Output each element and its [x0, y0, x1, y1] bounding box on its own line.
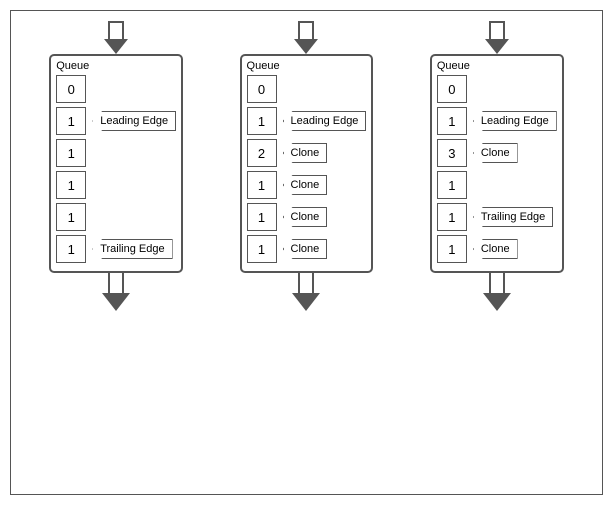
table-row: 1: [437, 171, 467, 199]
queue-cell: 1: [56, 235, 86, 263]
clone-label: Clone: [473, 239, 518, 259]
table-row: 1: [56, 203, 86, 231]
queue-cell: 1: [437, 203, 467, 231]
table-row: 3 Clone: [437, 139, 518, 167]
arrow-top: [104, 21, 128, 54]
table-row: 1 Clone: [247, 235, 328, 263]
table-row: 0: [437, 75, 467, 103]
arrow-shaft-top: [298, 21, 314, 39]
arrow-shaft-bottom: [489, 273, 505, 293]
table-row: 2 Clone: [247, 139, 328, 167]
arrow-head-top: [294, 39, 318, 54]
table-row: 0: [56, 75, 86, 103]
clone-label: Clone: [283, 175, 328, 195]
arrow-head-top: [104, 39, 128, 54]
queue-box: Queue 0 1 Leading Edge 2 Clone 1 Clone 1 Clone 1 Cl…: [240, 54, 374, 273]
clone-label: Clone: [283, 207, 328, 227]
queue-label: Queue: [56, 60, 89, 72]
queue-cell: 1: [437, 107, 467, 135]
clone-label: Clone: [473, 143, 518, 163]
arrow-bottom: [102, 273, 130, 311]
table-row: 1 Leading Edge: [247, 107, 367, 135]
queue-cell: 1: [56, 107, 86, 135]
leading-edge-label: Leading Edge: [473, 111, 557, 131]
table-row: 1 Clone: [247, 203, 328, 231]
queue-cell: 1: [56, 139, 86, 167]
queue-cell: 1: [247, 235, 277, 263]
main-container: Queue01Leading Edge1111Trailing EdgeQueu…: [10, 10, 603, 495]
arrow-head-top: [485, 39, 509, 54]
queue-cell: 0: [437, 75, 467, 103]
diagram-col-1: Queue 0 1 Leading Edge 1 1 1 1 Trailing Edge: [49, 21, 183, 311]
diagram-col-2: Queue 0 1 Leading Edge 2 Clone 1 Clone 1 Clone 1 Cl…: [240, 21, 374, 311]
table-row: 1: [56, 171, 86, 199]
arrow-shaft-top: [489, 21, 505, 39]
queue-label: Queue: [437, 60, 470, 72]
leading-edge-label: Leading Edge: [92, 111, 176, 131]
queue-label: Queue: [247, 60, 280, 72]
arrow-bottom: [483, 273, 511, 311]
table-row: 1 Leading Edge: [56, 107, 176, 135]
clone-label: Clone: [283, 239, 328, 259]
queue-cell: 1: [247, 203, 277, 231]
queue-cell: 0: [247, 75, 277, 103]
arrow-head-bottom: [102, 293, 130, 311]
arrow-shaft-bottom: [298, 273, 314, 293]
arrow-top: [485, 21, 509, 54]
table-row: 1 Clone: [247, 171, 328, 199]
table-row: 1 Clone: [437, 235, 518, 263]
queue-cell: 1: [437, 171, 467, 199]
queue-cell: 1: [56, 171, 86, 199]
queue-cell: 1: [247, 107, 277, 135]
table-row: 1 Trailing Edge: [56, 235, 172, 263]
leading-edge-label: Leading Edge: [283, 111, 367, 131]
table-row: 1 Leading Edge: [437, 107, 557, 135]
queue-cell: 1: [56, 203, 86, 231]
diagram-col-3: Queue 0 1 Leading Edge 3 Clone 1 1 Trailing Edge…: [430, 21, 564, 311]
clone-label: Clone: [283, 143, 328, 163]
table-row: 1 Trailing Edge: [437, 203, 553, 231]
queue-box: Queue 0 1 Leading Edge 1 1 1 1 Trailing Edge: [49, 54, 183, 273]
arrow-shaft-bottom: [108, 273, 124, 293]
trailing-edge-label: Trailing Edge: [473, 207, 553, 227]
queue-cell: 3: [437, 139, 467, 167]
queue-cell: 1: [247, 171, 277, 199]
arrow-bottom: [292, 273, 320, 311]
queue-box: Queue 0 1 Leading Edge 3 Clone 1 1 Trailing Edge…: [430, 54, 564, 273]
queue-cell: 1: [437, 235, 467, 263]
table-row: 0: [247, 75, 277, 103]
table-row: 1: [56, 139, 86, 167]
queue-cell: 2: [247, 139, 277, 167]
arrow-head-bottom: [483, 293, 511, 311]
arrow-head-bottom: [292, 293, 320, 311]
trailing-edge-label: Trailing Edge: [92, 239, 172, 259]
queue-cell: 0: [56, 75, 86, 103]
arrow-shaft-top: [108, 21, 124, 39]
arrow-top: [294, 21, 318, 54]
